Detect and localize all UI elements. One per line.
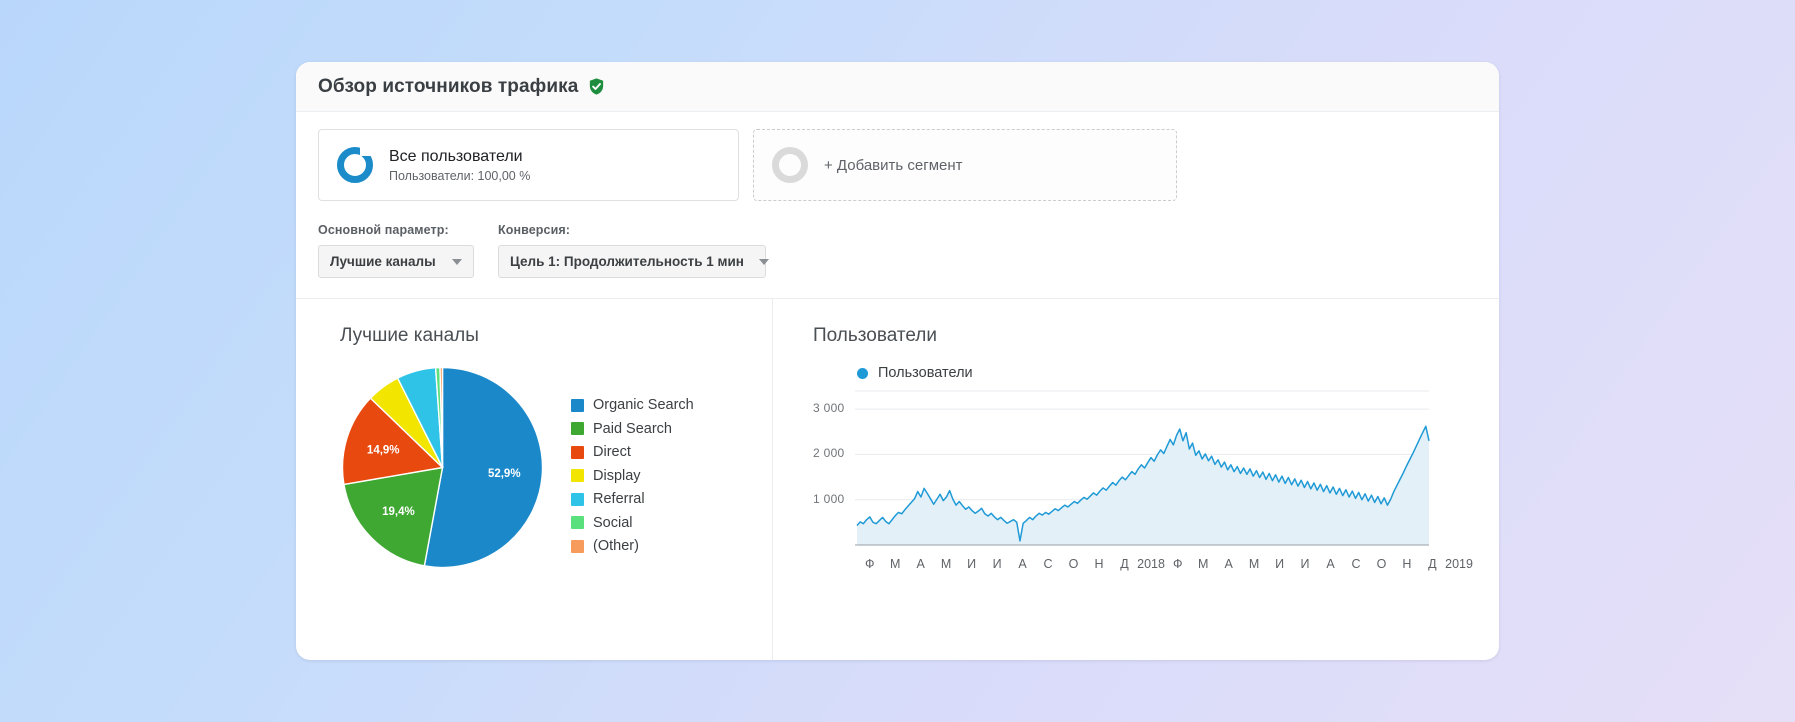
pie-slice-label: 19,4%: [382, 506, 415, 518]
legend-swatch-icon: [571, 516, 584, 529]
x-axis-tick: Д: [1428, 557, 1437, 571]
x-axis-tick: И: [1275, 557, 1285, 571]
primary-dimension-label: Основной параметр:: [318, 223, 449, 237]
legend-item[interactable]: Organic Search: [571, 397, 694, 413]
x-axis-tick: Ф: [864, 557, 875, 571]
x-axis-tick: А: [916, 557, 925, 571]
legend-item[interactable]: Display: [571, 468, 694, 484]
conversion-value: Цель 1: Продолжительность 1 мин: [510, 254, 744, 269]
line-chart-title: Пользователи: [813, 325, 938, 346]
series-dot-icon: [857, 367, 868, 379]
x-axis-tick: М: [889, 557, 901, 571]
legend-label: Display: [593, 467, 641, 484]
legend-swatch-icon: [571, 492, 584, 506]
x-axis-tick: С: [1351, 557, 1361, 571]
top-channels-panel: Лучшие каналы 52,9% 19,4% 14,9% Organic Se…: [318, 299, 773, 660]
x-axis-tick: И: [967, 557, 977, 571]
segment-all-users[interactable]: Все пользователи Пользователи: 100,00 %: [318, 129, 739, 201]
legend-label: (Other): [593, 538, 639, 554]
legend-item[interactable]: Direct: [571, 444, 694, 460]
legend-swatch-icon: [571, 539, 584, 553]
controls-row: Основной параметр: Лучшие каналы Конверс…: [296, 201, 1499, 278]
legend-item[interactable]: Referral: [571, 491, 694, 507]
pie-chart-wrap: 52,9% 19,4% 14,9% Organic Search Paid Searc…: [340, 365, 772, 570]
x-axis-tick: А: [1326, 557, 1335, 571]
conversion-label: Конверсия:: [498, 223, 571, 237]
chevron-down-icon: [758, 258, 769, 265]
traffic-overview-card: Обзор источников трафика Все пользовател…: [296, 62, 1499, 660]
x-axis-tick: Н: [1402, 557, 1412, 571]
x-axis-tick: И: [992, 557, 1002, 571]
primary-dimension-value: Лучшие каналы: [330, 254, 436, 269]
legend-swatch-icon: [571, 398, 584, 412]
verified-shield-icon: [587, 77, 606, 96]
area-fill: [857, 426, 1429, 545]
x-axis-tick: М: [1248, 557, 1260, 571]
line-chart-holder: 3 000 2 000 1 000: [813, 387, 1473, 552]
legend-label: Direct: [593, 444, 631, 460]
segment-text: Все пользователи Пользователи: 100,00 %: [389, 147, 530, 184]
y-axis-tick-3000: 3 000: [813, 401, 845, 416]
donut-chart-icon: [772, 147, 808, 183]
legend-label: Referral: [593, 491, 645, 507]
card-header: Обзор источников трафика: [296, 62, 1499, 112]
segments-row: Все пользователи Пользователи: 100,00 % …: [296, 112, 1499, 201]
page-title: Обзор источников трафика: [318, 75, 579, 97]
line-chart-legend-label: Пользователи: [878, 365, 973, 381]
segment-name: Все пользователи: [389, 147, 523, 165]
legend-swatch-icon: [571, 422, 584, 435]
chevron-down-icon: [452, 258, 462, 265]
y-axis-tick-2000: 2 000: [813, 446, 845, 461]
x-axis-tick: О: [1376, 557, 1387, 571]
x-axis-tick: С: [1043, 557, 1053, 571]
legend-label: Social: [593, 514, 633, 531]
legend-swatch-icon: [571, 445, 584, 459]
primary-dimension-group: Основной параметр: Лучшие каналы: [318, 223, 474, 278]
y-axis-tick-1000: 1 000: [813, 491, 845, 506]
top-channels-pie-chart[interactable]: 52,9% 19,4% 14,9%: [340, 365, 545, 570]
pie-slice-label: 52,9%: [488, 468, 521, 480]
conversion-group: Конверсия: Цель 1: Продолжительность 1 м…: [498, 223, 769, 278]
donut-chart-icon: [337, 147, 373, 183]
users-panel: Пользователи Пользователи 3 000 2 000 1 …: [773, 299, 1499, 660]
primary-dimension-select[interactable]: Лучшие каналы: [318, 245, 474, 278]
line-chart-x-axis: Ф М А М И И А С О Н Д 2018 Ф М А М И И А С О Н Д 2019: [857, 557, 1473, 571]
x-axis-tick: 2019: [1445, 557, 1473, 571]
x-axis-tick: М: [940, 557, 952, 571]
x-axis-tick: Н: [1094, 557, 1104, 571]
add-segment-label: + Добавить сегмент: [824, 156, 963, 174]
users-area-chart[interactable]: [813, 387, 1433, 547]
conversion-select[interactable]: Цель 1: Продолжительность 1 мин: [498, 245, 769, 278]
legend-label: Organic Search: [593, 397, 694, 413]
x-axis-tick: И: [1300, 557, 1310, 571]
legend-swatch-icon: [571, 469, 584, 482]
x-axis-tick: 2018: [1137, 557, 1165, 571]
legend-item[interactable]: Paid Search: [571, 421, 694, 437]
pie-chart-legend: Organic Search Paid Search Direct Display Re…: [571, 365, 694, 554]
legend-item[interactable]: (Other): [571, 538, 694, 554]
pie-chart-title: Лучшие каналы: [340, 325, 479, 346]
add-segment-button[interactable]: + Добавить сегмент: [753, 129, 1177, 201]
x-axis-tick: А: [1224, 557, 1233, 571]
legend-item[interactable]: Social: [571, 515, 694, 531]
pie-slice-label: 14,9%: [367, 444, 400, 456]
x-axis-tick: Д: [1120, 557, 1129, 571]
x-axis-tick: М: [1197, 557, 1209, 571]
x-axis-tick: А: [1018, 557, 1027, 571]
line-chart-legend[interactable]: Пользователи: [857, 365, 1473, 381]
legend-label: Paid Search: [593, 420, 672, 437]
segment-subtitle: Пользователи: 100,00 %: [389, 168, 531, 183]
charts-area: Лучшие каналы 52,9% 19,4% 14,9% Organic Se…: [296, 298, 1499, 660]
x-axis-tick: Ф: [1172, 557, 1183, 571]
x-axis-tick: О: [1068, 557, 1079, 571]
